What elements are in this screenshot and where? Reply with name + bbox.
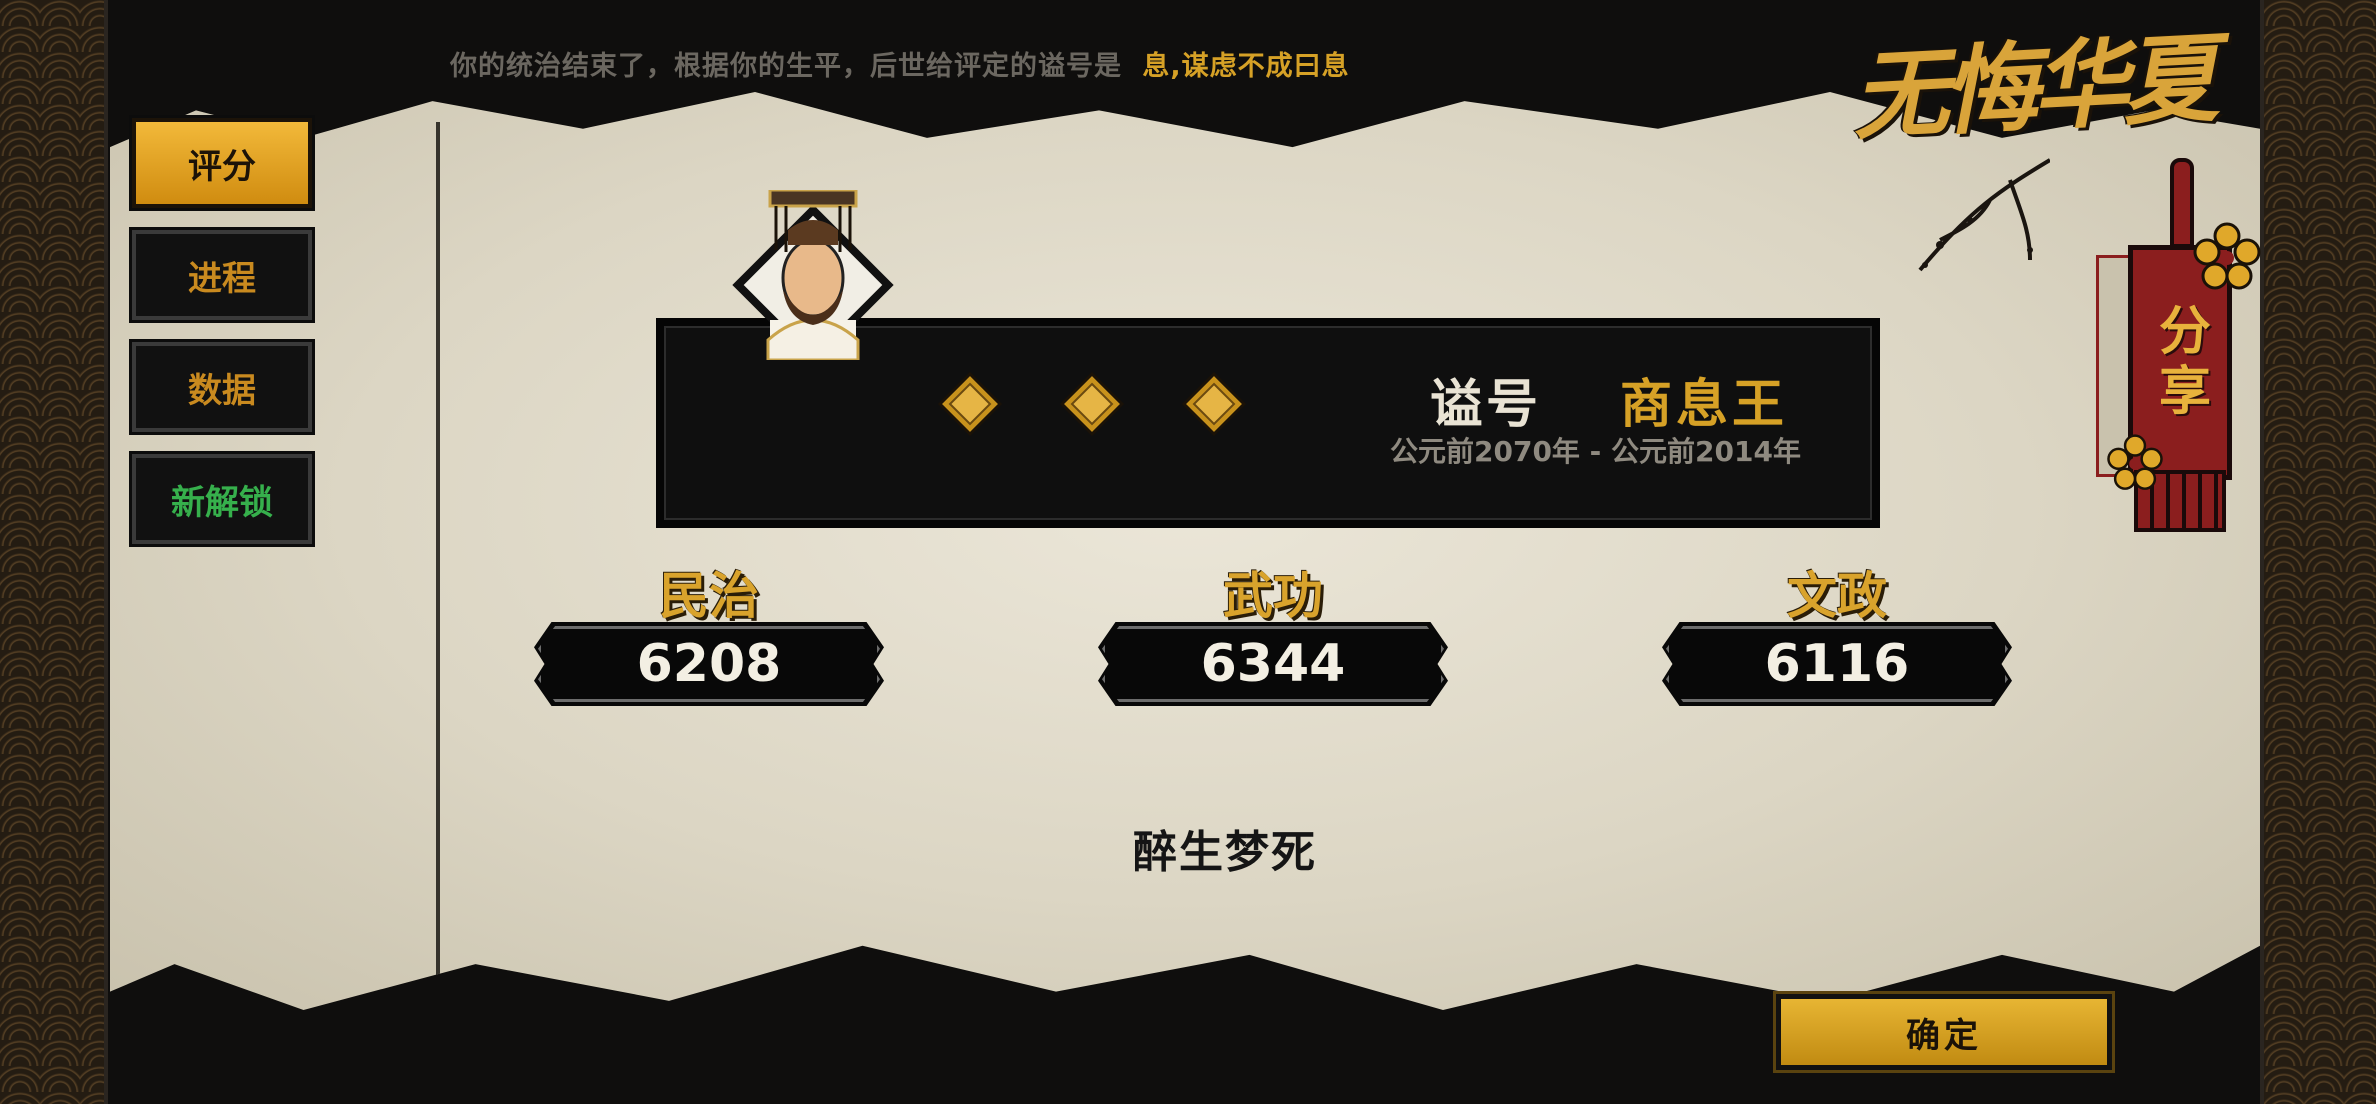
stat-box-culture: 6116: [1662, 622, 2012, 706]
confirm-button[interactable]: 确定: [1773, 991, 2115, 1073]
plum-branch-decoration: [1918, 158, 2050, 272]
sidebar-divider: [436, 122, 440, 982]
rating-diamond-icon: [1182, 372, 1246, 436]
stat-box-civil: 6208: [534, 622, 884, 706]
rating-diamond-icon: [938, 372, 1002, 436]
tab-score[interactable]: 评分: [129, 115, 315, 211]
evaluation-idiom: 醉生梦死: [1133, 827, 1317, 878]
stat-label-civil: 民治: [659, 567, 759, 625]
stat-value-culture: 6116: [1764, 634, 1910, 694]
game-logo: 无悔华夏: [1849, 21, 2216, 154]
tab-new-unlocks[interactable]: 新解锁: [129, 451, 315, 547]
share-banner-hook: [2170, 158, 2194, 248]
stat-label-culture: 文政: [1787, 567, 1887, 625]
share-label: 分享: [2149, 302, 2210, 423]
flower-icon: [2107, 434, 2163, 490]
posthumous-title-meaning: 息,谋虑不成曰息: [1142, 51, 1350, 82]
posthumous-title-name: 商息王: [1620, 375, 1789, 435]
reign-end-text: 你的统治结束了，根据你的生平，后世给评定的谥号是: [450, 51, 1122, 82]
tab-progress[interactable]: 进程: [129, 227, 315, 323]
decorative-border-right: [2264, 0, 2376, 1104]
reign-period: 公元前2070年 - 公元前2014年: [1390, 435, 1801, 468]
reign-end-message: 你的统治结束了，根据你的生平，后世给评定的谥号是 息,谋虑不成曰息: [450, 44, 1350, 83]
rating-diamond-icon: [1060, 372, 1124, 436]
stat-value-civil: 6208: [636, 634, 782, 694]
posthumous-title-label: 谥号: [1430, 375, 1543, 435]
stat-box-military: 6344: [1098, 622, 1448, 706]
stat-value-military: 6344: [1200, 634, 1346, 694]
stat-label-military: 武功: [1223, 567, 1323, 625]
tab-data[interactable]: 数据: [129, 339, 315, 435]
decorative-border-left: [0, 0, 104, 1104]
flower-icon: [2193, 222, 2261, 290]
emperor-portrait: [732, 190, 894, 360]
